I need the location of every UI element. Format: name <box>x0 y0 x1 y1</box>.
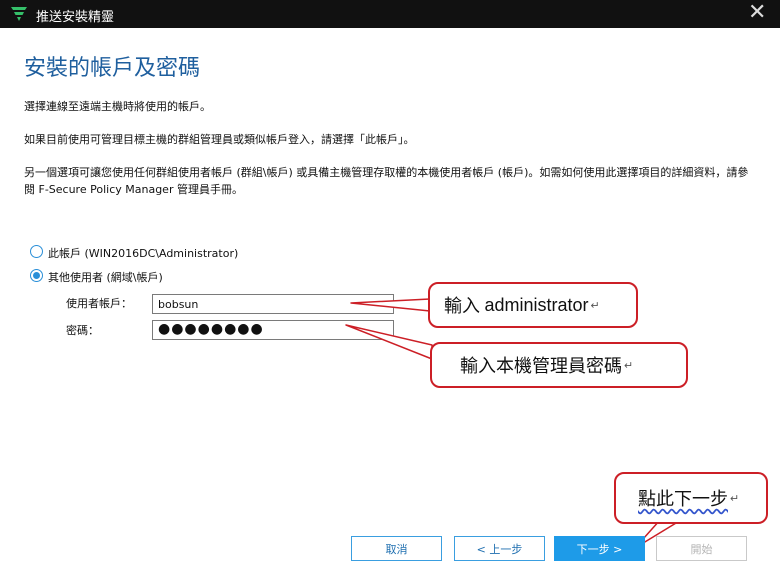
radio-other-user[interactable] <box>30 269 43 282</box>
return-mark: ↵ <box>730 492 740 505</box>
window-title: 推送安裝精靈 <box>36 10 115 25</box>
next-callout-text: 點此下一步 <box>638 489 728 509</box>
cancel-button[interactable]: 取消 <box>351 536 442 561</box>
password-callout-text: 輸入本機管理員密碼 <box>460 356 622 376</box>
description-3: 另一個選項可讓您使用任何群組使用者帳戶 (群組\帳戶) 或具備主機管理存取權的本… <box>24 166 749 196</box>
account-label: 使用者帳戶： <box>66 297 132 310</box>
next-button[interactable]: 下一步 > <box>554 536 645 561</box>
password-input[interactable]: ●●●●●●●● <box>152 320 394 340</box>
back-button[interactable]: < 上一步 <box>454 536 545 561</box>
f-secure-logo-icon <box>11 7 27 21</box>
close-icon[interactable]: ✕ <box>748 2 766 24</box>
radio-other-user-label[interactable]: 其他使用者 (網域\帳戶) <box>48 269 163 285</box>
page-title: 安裝的帳戶及密碼 <box>24 56 201 81</box>
next-callout: 點此下一步 ↵ <box>614 472 768 524</box>
password-callout: 輸入本機管理員密碼 ↵ <box>430 342 688 388</box>
account-callout-text: 輸入 <box>444 296 480 316</box>
radio-this-account[interactable] <box>30 245 43 258</box>
radio-this-account-label[interactable]: 此帳戶 (WIN2016DC\Administrator) <box>48 245 238 261</box>
finish-button: 開始 <box>656 536 747 561</box>
account-input[interactable] <box>152 294 394 314</box>
return-mark: ↵ <box>590 299 600 312</box>
password-label: 密碼： <box>66 324 99 337</box>
title-bar: 推送安裝精靈 ✕ <box>0 0 780 28</box>
account-callout-word: administrator <box>484 294 589 315</box>
description-1: 選擇連線至遠端主機時將使用的帳戶。 <box>24 100 211 113</box>
return-mark: ↵ <box>624 359 634 372</box>
account-callout: 輸入 administrator ↵ <box>428 282 638 328</box>
description-2: 如果目前使用可管理目標主機的群組管理員或類似帳戶登入，請選擇「此帳戶」。 <box>24 133 415 146</box>
